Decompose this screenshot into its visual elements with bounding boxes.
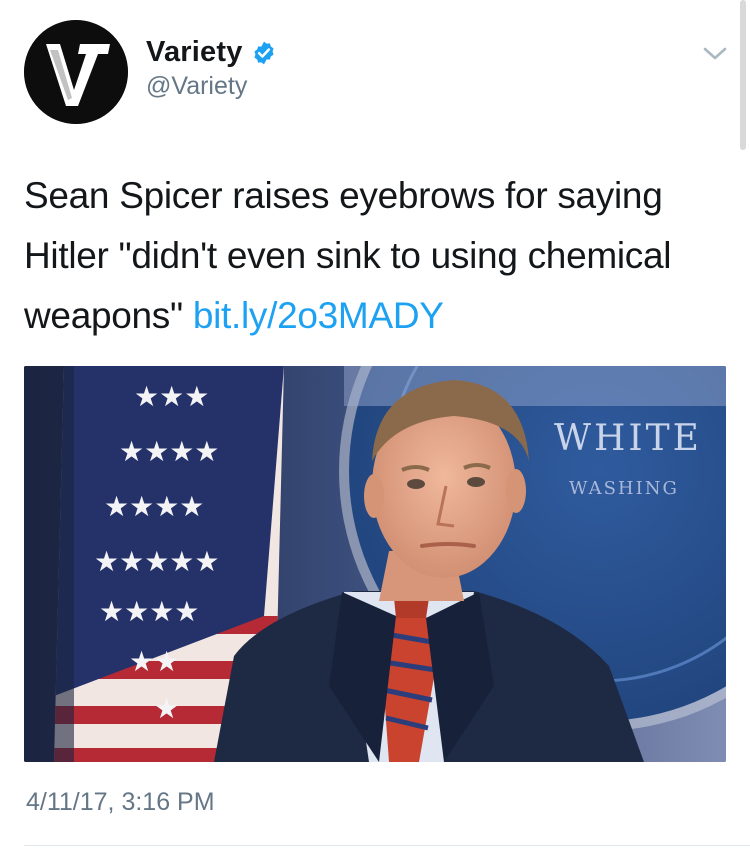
photo-illustration: WHITE WASHING ★★★ ★★★★ ★★★★ ★★★★★ ★★★★ ★… xyxy=(24,366,726,762)
svg-text:★★: ★★ xyxy=(129,645,179,678)
account-name-row[interactable]: Variety xyxy=(146,36,277,69)
tweet-text: Sean Spicer raises eyebrows for saying H… xyxy=(24,166,724,346)
scrollbar[interactable] xyxy=(740,0,746,150)
tweet-link[interactable]: bit.ly/2o3MADY xyxy=(193,295,444,336)
tweet-photo[interactable]: WHITE WASHING ★★★ ★★★★ ★★★★ ★★★★★ ★★★★ ★… xyxy=(24,366,726,762)
svg-text:★★★★: ★★★★ xyxy=(119,435,219,468)
seal-text-bottom: WASHING xyxy=(569,478,679,499)
chevron-down-icon[interactable] xyxy=(702,44,728,64)
divider xyxy=(24,845,750,846)
display-name[interactable]: Variety xyxy=(146,36,243,69)
svg-text:★★★★★: ★★★★★ xyxy=(94,545,220,578)
svg-text:★: ★ xyxy=(154,692,179,725)
variety-v-logo-icon xyxy=(24,20,128,124)
svg-text:★★★★: ★★★★ xyxy=(99,595,199,628)
svg-text:★★★★: ★★★★ xyxy=(104,490,204,523)
avatar[interactable] xyxy=(24,20,128,124)
tweet-timestamp: 4/11/17, 3:16 PM xyxy=(26,788,215,816)
verified-badge-icon xyxy=(253,41,274,64)
account-handle[interactable]: @Variety xyxy=(146,72,247,101)
seal-text-top: WHITE xyxy=(554,418,702,459)
svg-text:★★★: ★★★ xyxy=(134,380,209,413)
